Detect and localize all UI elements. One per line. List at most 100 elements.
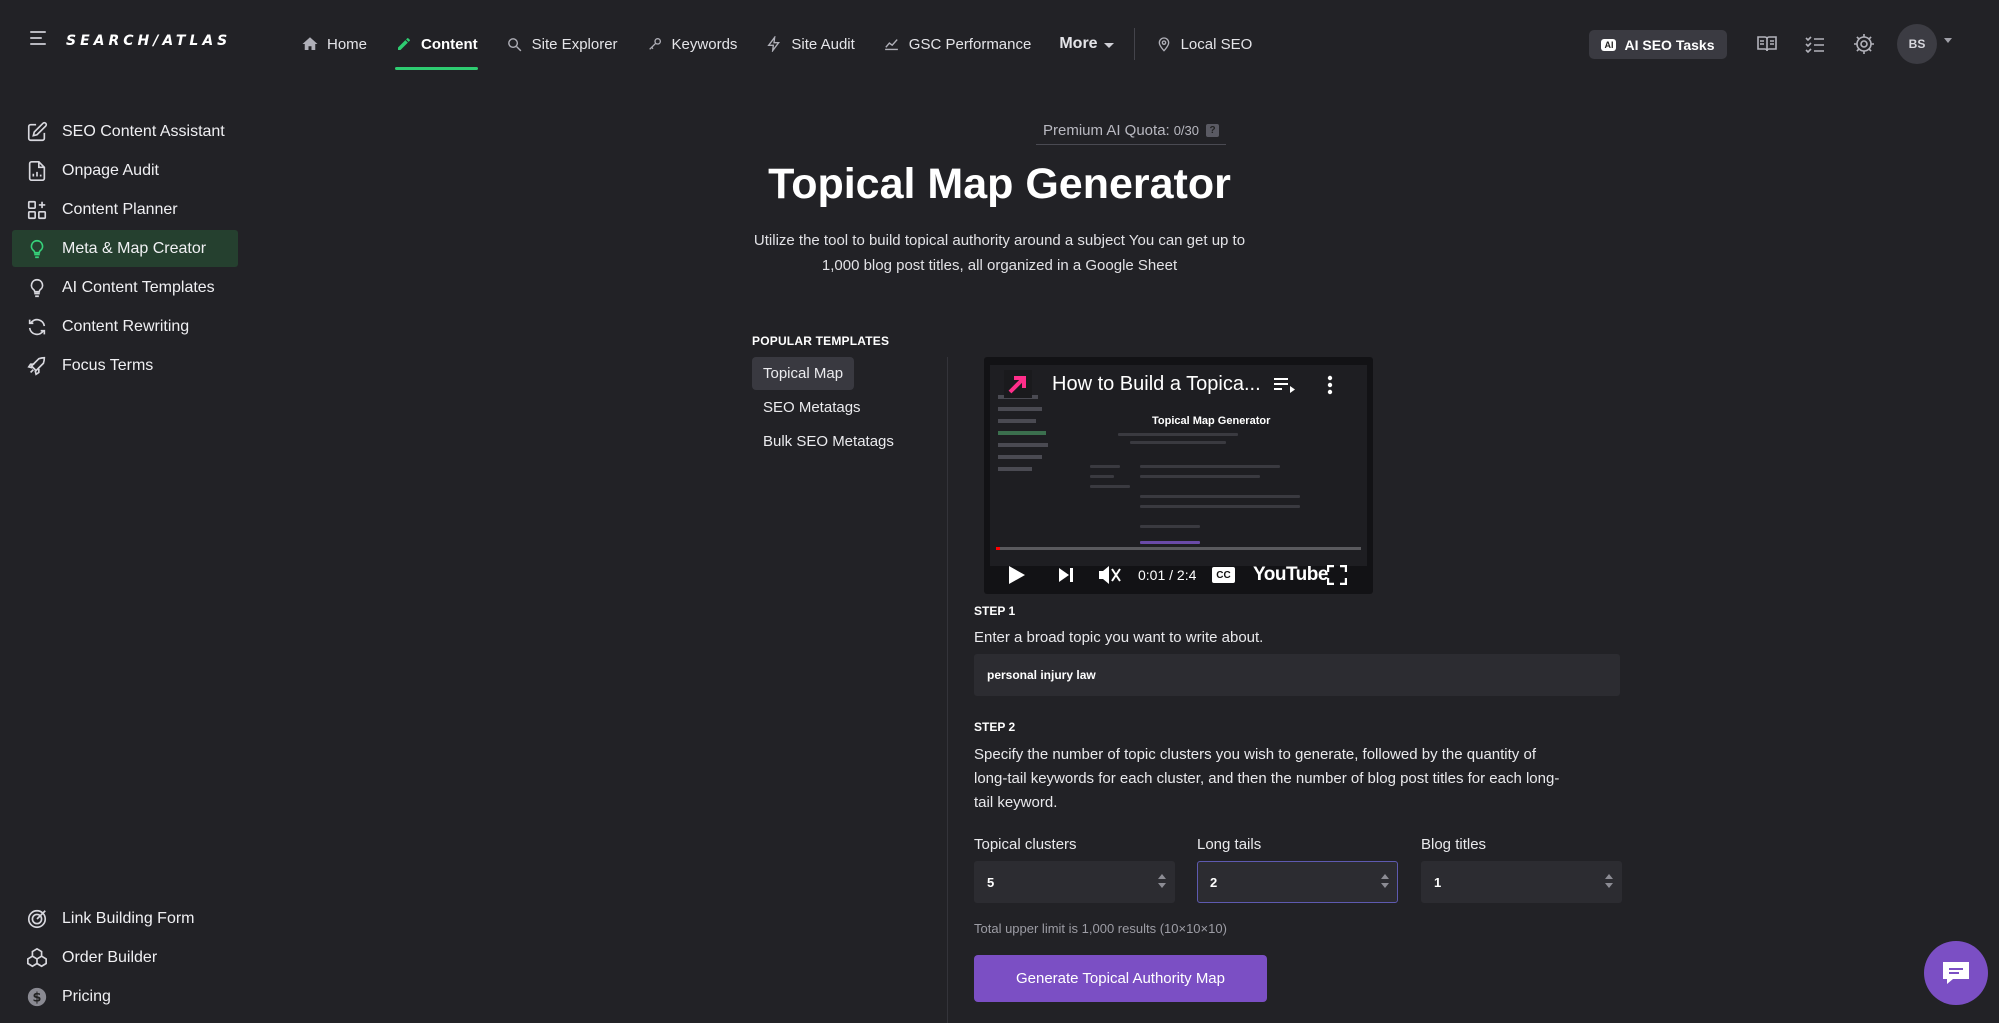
sidebar-item-link-building-form[interactable]: Link Building Form <box>12 900 238 937</box>
checklist-icon[interactable] <box>1803 32 1827 56</box>
vertical-divider <box>947 357 948 1023</box>
video-controls: 0:01 / 2:4 CC YouTube <box>984 555 1373 591</box>
pencil-icon <box>395 35 413 53</box>
video-title[interactable]: How to Build a Topica... <box>1052 373 1261 396</box>
ai-badge-icon: AI <box>1601 38 1617 51</box>
svg-text:$: $ <box>33 990 42 1005</box>
nav-gsc-performance-label: GSC Performance <box>908 35 1032 53</box>
sidebar-item-focus-terms[interactable]: Focus Terms <box>12 347 238 384</box>
page-subtitle: Utilize the tool to build topical author… <box>0 228 1999 278</box>
video-thumb-line <box>1090 485 1130 488</box>
map-pin-icon <box>1155 35 1173 53</box>
nav-gsc-performance[interactable]: GSC Performance <box>869 0 1046 88</box>
premium-ai-quota: Premium AI Quota: 0/30 ? <box>1036 116 1226 145</box>
video-thumb-line <box>1140 465 1280 468</box>
video-thumb-line <box>1140 475 1260 478</box>
nav-keywords-label: Keywords <box>671 35 738 53</box>
nav-local-seo[interactable]: Local SEO <box>1141 0 1267 88</box>
nav-site-audit[interactable]: Site Audit <box>751 0 868 88</box>
popular-templates-heading: POPULAR TEMPLATES <box>752 334 890 348</box>
video-thumb-line <box>998 419 1036 423</box>
sidebar-item-label: Content Rewriting <box>62 317 190 335</box>
sidebar-bottom: Link Building Form Order Builder $ Prici… <box>12 900 238 1017</box>
sidebar-item-label: SEO Content Assistant <box>62 122 225 140</box>
gear-icon[interactable] <box>1852 32 1876 56</box>
youtube-logo[interactable]: YouTube <box>1253 564 1328 586</box>
key-icon <box>646 35 664 53</box>
template-topical-map[interactable]: Topical Map <box>752 357 855 390</box>
video-channel-logo-icon <box>1004 370 1032 398</box>
topical-clusters-value: 5 <box>987 874 995 890</box>
step-2-line-3: tail keyword. <box>974 794 1058 811</box>
nav-home[interactable]: Home <box>287 0 381 88</box>
fullscreen-icon[interactable] <box>1327 565 1347 585</box>
menu-collapse-icon[interactable] <box>30 31 50 49</box>
template-seo-metatags[interactable]: SEO Metatags <box>752 391 872 424</box>
step-1-label: STEP 1 <box>974 604 1016 618</box>
avatar-caret-icon[interactable] <box>1944 38 1952 43</box>
refresh-icon <box>28 318 46 335</box>
home-icon <box>301 35 319 53</box>
playlist-queue-icon[interactable] <box>1274 377 1296 393</box>
cubes-icon <box>27 947 47 967</box>
nav-home-label: Home <box>327 35 368 53</box>
top-navigation-bar: SEARCH/ATLAS Home Content Site Explorer … <box>0 0 1999 88</box>
avatar[interactable]: BS <box>1897 24 1937 64</box>
main-nav: Home Content Site Explorer Keywords Site… <box>287 0 1266 88</box>
sidebar-item-order-builder[interactable]: Order Builder <box>12 939 238 976</box>
step-1-instructions: Enter a broad topic you want to write ab… <box>974 629 1264 646</box>
video-thumb-line <box>998 467 1032 471</box>
app-logo[interactable]: SEARCH/ATLAS <box>66 33 231 49</box>
topic-input[interactable] <box>974 654 1620 696</box>
rocket-icon <box>27 356 46 376</box>
sidebar-item-label: Order Builder <box>62 948 158 966</box>
sidebar-item-pricing[interactable]: $ Pricing <box>12 978 238 1015</box>
video-time: 0:01 / 2:4 <box>1138 567 1197 583</box>
long-tails-stepper[interactable]: 2 <box>1197 861 1398 903</box>
edit-square-icon <box>27 121 48 141</box>
chevron-down-icon <box>1103 42 1114 48</box>
video-thumb-line <box>1118 433 1238 436</box>
ai-seo-tasks-button[interactable]: AI AI SEO Tasks <box>1589 30 1727 59</box>
video-thumb-line <box>1140 541 1200 544</box>
video-progress-bar[interactable] <box>996 547 1361 550</box>
help-icon[interactable]: ? <box>1206 123 1220 137</box>
sidebar-item-label: Focus Terms <box>62 356 154 374</box>
tutorial-video-player[interactable]: How to Build a Topica... Topical Map Gen… <box>984 357 1373 594</box>
video-thumb-line <box>998 443 1048 447</box>
stepper-arrows-icon[interactable] <box>1605 874 1613 890</box>
generate-topical-authority-map-button[interactable]: Generate Topical Authority Map <box>974 955 1267 1002</box>
captions-icon[interactable]: CC <box>1212 567 1235 583</box>
video-thumb-line <box>1090 475 1114 478</box>
nav-content[interactable]: Content <box>381 0 492 88</box>
globe-search-icon <box>506 35 524 53</box>
topical-clusters-stepper[interactable]: 5 <box>974 861 1175 903</box>
quota-label: Premium AI Quota: <box>1042 121 1170 139</box>
stepper-arrows-icon[interactable] <box>1158 874 1166 890</box>
blog-titles-stepper[interactable]: 1 <box>1421 861 1622 903</box>
sidebar-item-seo-content-assistant[interactable]: SEO Content Assistant <box>12 113 238 150</box>
sidebar-item-content-rewriting[interactable]: Content Rewriting <box>12 308 238 345</box>
book-icon[interactable] <box>1755 32 1779 56</box>
stepper-arrows-icon[interactable] <box>1381 874 1389 890</box>
sidebar-item-label: Pricing <box>62 987 111 1005</box>
more-options-icon[interactable] <box>1327 375 1333 395</box>
video-thumb-line <box>1130 441 1226 444</box>
nav-more-dropdown[interactable]: More <box>1045 0 1127 88</box>
chat-support-button[interactable] <box>1924 941 1988 1005</box>
nav-keywords[interactable]: Keywords <box>632 0 752 88</box>
page-title: Topical Map Generator <box>768 160 1231 208</box>
blog-titles-value: 1 <box>1434 874 1442 890</box>
video-thumb-line <box>998 431 1046 435</box>
nav-separator <box>1133 28 1135 60</box>
next-icon[interactable] <box>1058 567 1074 583</box>
play-icon[interactable] <box>1008 565 1026 585</box>
step-2-line-2: long-tail keywords for each cluster, and… <box>974 770 1560 787</box>
subtitle-line-2: 1,000 blog post titles, all organized in… <box>821 257 1178 274</box>
mute-icon[interactable] <box>1097 564 1121 586</box>
template-bulk-seo-metatags[interactable]: Bulk SEO Metatags <box>752 425 905 458</box>
step-2-line-1: Specify the number of topic clusters you… <box>974 746 1536 763</box>
step-2-instructions: Specify the number of topic clusters you… <box>974 743 1559 815</box>
subtitle-line-1: Utilize the tool to build topical author… <box>753 232 1246 249</box>
nav-site-explorer[interactable]: Site Explorer <box>492 0 632 88</box>
